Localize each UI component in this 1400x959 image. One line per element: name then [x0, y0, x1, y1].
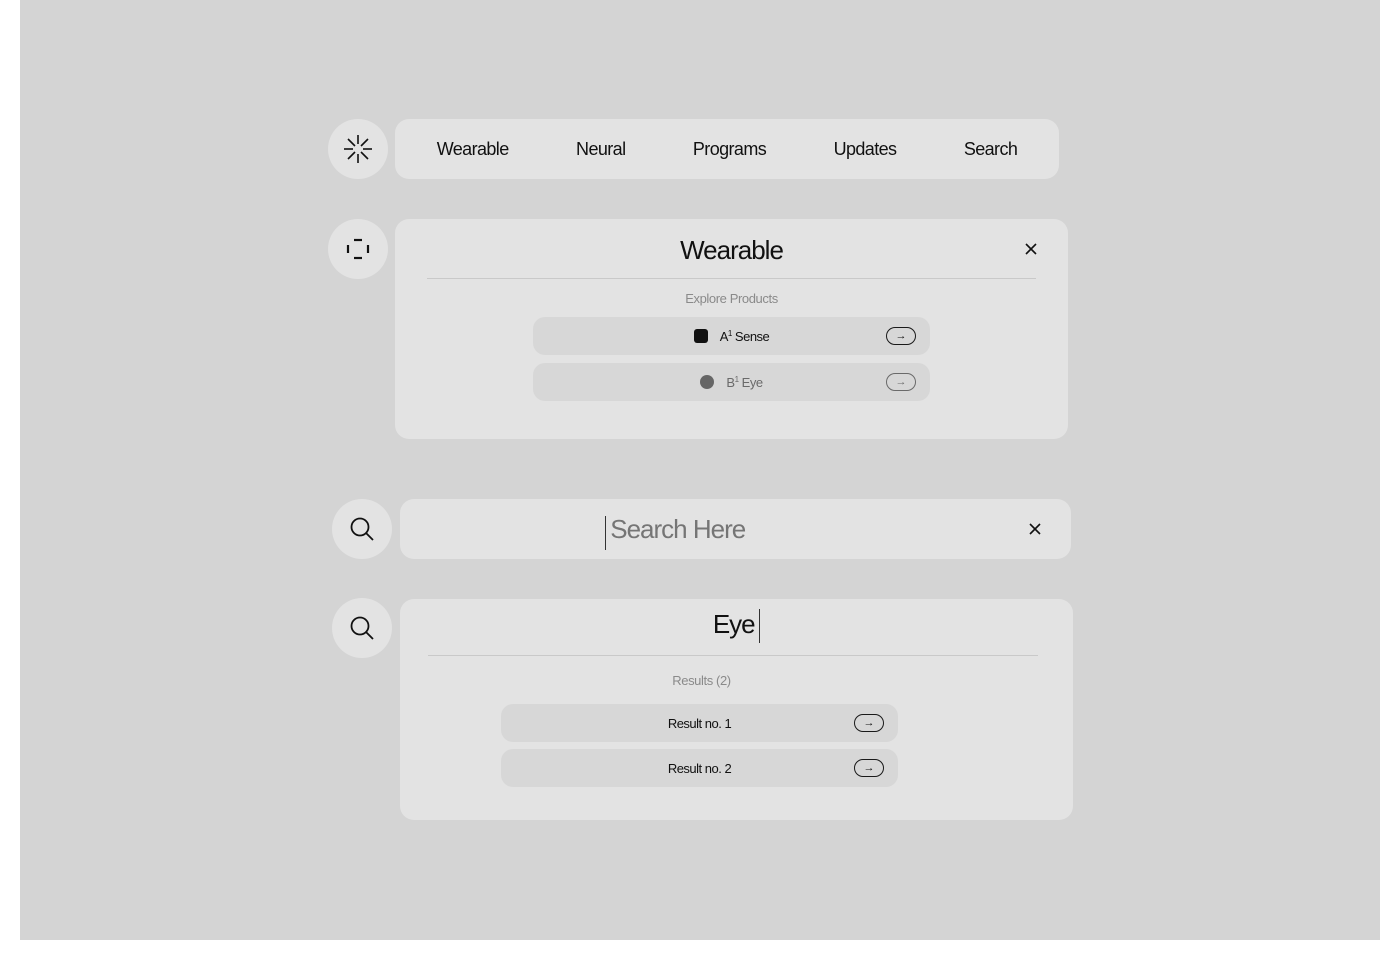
panel-title: Wearable: [680, 235, 784, 265]
arrow-right-icon[interactable]: →: [886, 327, 916, 345]
menu-toggle-button[interactable]: [328, 219, 388, 279]
circle-swatch-icon: [700, 375, 715, 389]
nav-item-neural[interactable]: Neural: [566, 133, 635, 166]
search-input[interactable]: [606, 512, 807, 546]
product-row-a1-sense[interactable]: A1 Sense →: [533, 317, 930, 355]
results-count-label: Results (2): [672, 673, 731, 688]
asterisk-burst-icon: [344, 135, 372, 163]
close-icon: [1029, 523, 1041, 535]
result-label: Result no. 2: [667, 760, 732, 776]
close-button[interactable]: [1023, 241, 1039, 257]
section-label: Explore Products: [685, 291, 778, 306]
frame-corners-icon: [346, 238, 370, 260]
canvas: Wearable Neural Programs Updates Search …: [20, 0, 1380, 940]
text-caret: [758, 609, 761, 644]
nav-item-updates[interactable]: Updates: [824, 133, 907, 166]
arrow-right-icon[interactable]: →: [854, 714, 884, 732]
search-icon: [350, 517, 374, 541]
result-row[interactable]: Result no. 2 →: [501, 749, 898, 787]
wearable-dropdown-panel: Wearable Explore Products A1 Sense → B1 …: [395, 219, 1068, 439]
main-nav: Wearable Neural Programs Updates Search: [395, 119, 1059, 179]
arrow-right-icon[interactable]: →: [854, 759, 884, 777]
product-label: A1 Sense: [719, 328, 770, 344]
product-row-b1-eye[interactable]: B1 Eye →: [533, 363, 930, 401]
product-label: B1 Eye: [726, 374, 763, 390]
search-input-wrap: [400, 512, 1011, 551]
search-bar: [400, 499, 1071, 559]
square-swatch-icon: [693, 329, 708, 343]
search-results-panel: Eye Results (2) Result no. 1 → Result no…: [400, 599, 1073, 820]
nav-item-wearable[interactable]: Wearable: [427, 133, 519, 166]
nav-item-search[interactable]: Search: [954, 133, 1027, 166]
result-row[interactable]: Result no. 1 →: [501, 704, 898, 742]
divider: [428, 655, 1038, 656]
search-icon: [350, 616, 374, 640]
arrow-right-icon[interactable]: →: [886, 373, 916, 391]
search-query-field[interactable]: Eye: [400, 609, 1073, 644]
close-icon: [1025, 243, 1037, 255]
logo-button[interactable]: [328, 119, 388, 179]
clear-search-button[interactable]: [1027, 521, 1043, 537]
search-query-text: Eye: [712, 609, 756, 639]
search-button[interactable]: [332, 598, 392, 658]
search-button[interactable]: [332, 499, 392, 559]
result-label: Result no. 1: [667, 715, 732, 731]
nav-item-programs[interactable]: Programs: [683, 133, 776, 166]
divider: [427, 278, 1036, 279]
